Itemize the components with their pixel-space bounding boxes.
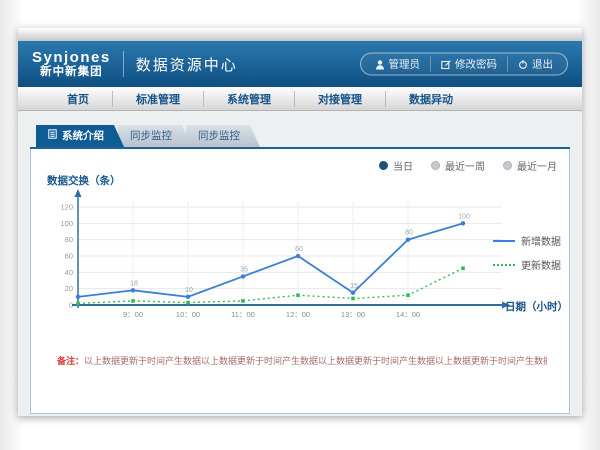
footnote-label: 备注：: [57, 356, 84, 366]
power-icon: [518, 59, 528, 69]
radio-label: 最近一周: [445, 158, 485, 173]
tab-label: 同步监控: [198, 130, 240, 142]
nav-item-home[interactable]: 首页: [44, 91, 112, 107]
radio-label: 当日: [393, 158, 413, 173]
nav-item-system-mgmt[interactable]: 系统管理: [203, 91, 294, 107]
user-actions-bar: 管理员 修改密码 退出: [360, 53, 569, 76]
svg-text:40: 40: [65, 268, 73, 277]
svg-text:80: 80: [405, 230, 413, 237]
nav-item-data-change[interactable]: 数据异动: [385, 91, 476, 107]
app-window: Synjones 新中新集团 数据资源中心 管理员 修改密码: [18, 28, 582, 416]
user-icon: [375, 59, 385, 69]
tab-label: 系统介绍: [62, 125, 104, 147]
app-header: Synjones 新中新集团 数据资源中心 管理员 修改密码: [18, 41, 582, 87]
svg-text:100: 100: [60, 219, 73, 228]
dotted-line-swatch-icon: [493, 264, 515, 266]
svg-text:10: 10: [185, 287, 193, 294]
tab-sync-monitor-2[interactable]: 同步监控: [186, 125, 260, 147]
logout-button[interactable]: 退出: [507, 57, 563, 72]
footnote: 备注：以上数据更新于时间产生数据以上数据更新于时间产生数据以上数据更新于时间产生…: [57, 355, 547, 368]
main-nav: 首页 标准管理 系统管理 对接管理 数据异动: [18, 87, 582, 111]
svg-text:20: 20: [65, 284, 73, 293]
logo-brand: Synjones: [32, 50, 111, 65]
admin-user-button[interactable]: 管理员: [365, 57, 431, 72]
legend-label: 新增数据: [521, 233, 561, 248]
svg-text:14：00: 14：00: [396, 310, 420, 319]
radio-dot-icon: [379, 161, 388, 170]
nav-item-standard-mgmt[interactable]: 标准管理: [112, 91, 203, 107]
solid-line-swatch-icon: [493, 240, 515, 242]
radio-last-month[interactable]: 最近一月: [503, 158, 557, 173]
document-icon: [48, 125, 57, 147]
svg-text:100: 100: [458, 213, 470, 220]
radio-label: 最近一月: [517, 158, 557, 173]
edit-icon: [441, 59, 451, 69]
time-range-filter: 当日 最近一周 最近一月: [379, 158, 557, 173]
x-axis-title: 日期（小时）: [505, 299, 568, 314]
svg-text:120: 120: [60, 203, 73, 212]
chart-panel: 当日 最近一周 最近一月 数据交换（条） 0204060801001209：00…: [30, 149, 570, 414]
logo-company: 新中新集团: [32, 67, 111, 79]
admin-user-label: 管理员: [389, 57, 421, 72]
svg-text:60: 60: [65, 252, 73, 261]
svg-text:80: 80: [65, 235, 73, 244]
line-chart: 0204060801001209：0010：0011：0012：0013：001…: [56, 181, 516, 331]
svg-text:15: 15: [350, 283, 358, 290]
radio-dot-icon: [503, 161, 512, 170]
radio-last-week[interactable]: 最近一周: [431, 158, 485, 173]
change-password-label: 修改密码: [455, 57, 497, 72]
svg-text:12：00: 12：00: [286, 310, 310, 319]
radio-today[interactable]: 当日: [379, 158, 413, 173]
svg-text:18: 18: [130, 280, 138, 287]
svg-text:13：00: 13：00: [341, 310, 365, 319]
logout-label: 退出: [532, 57, 553, 72]
change-password-button[interactable]: 修改密码: [430, 57, 507, 72]
legend-item-updated-data: 更新数据: [493, 257, 561, 272]
content-area: 系统介绍 同步监控 同步监控 当日 最近一周: [18, 111, 582, 416]
logo: Synjones 新中新集团: [32, 50, 111, 79]
tab-label: 同步监控: [130, 130, 172, 142]
svg-text:9：00: 9：00: [123, 310, 143, 319]
svg-text:60: 60: [295, 246, 303, 253]
radio-dot-icon: [431, 161, 440, 170]
footnote-text: 以上数据更新于时间产生数据以上数据更新于时间产生数据以上数据更新于时间产生数据以…: [84, 356, 547, 366]
window-top-strip: [18, 28, 582, 41]
legend-item-new-data: 新增数据: [493, 233, 561, 248]
nav-item-interface-mgmt[interactable]: 对接管理: [294, 91, 385, 107]
header-divider: [123, 51, 124, 77]
tab-bar: 系统介绍 同步监控 同步监控: [36, 125, 570, 147]
svg-text:11：00: 11：00: [231, 310, 255, 319]
tab-sync-monitor-1[interactable]: 同步监控: [118, 125, 192, 147]
tab-system-intro[interactable]: 系统介绍: [36, 125, 124, 147]
app-title: 数据资源中心: [136, 54, 238, 75]
svg-text:10：00: 10：00: [176, 310, 200, 319]
legend-label: 更新数据: [521, 257, 561, 272]
svg-text:35: 35: [240, 266, 248, 273]
chart-legend: 新增数据 更新数据: [493, 233, 561, 281]
